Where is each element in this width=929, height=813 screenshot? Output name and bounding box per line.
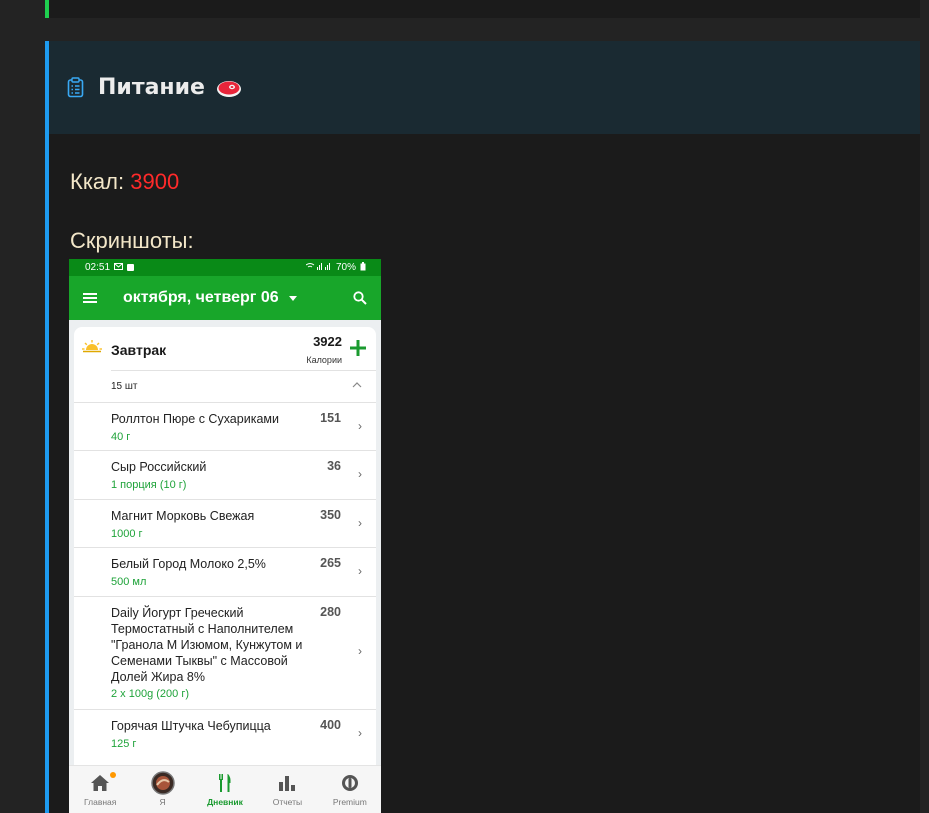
nav-premium[interactable]: Premium [319, 766, 381, 813]
food-item[interactable]: Роллтон Пюре с Сухариками 40 г 151 › [74, 402, 376, 450]
meal-card: Завтрак 3922 Калории 15 шт Роллтон Пюре … [74, 327, 376, 813]
app-bar: октября, четверг 06 [69, 276, 381, 320]
nav-reports[interactable]: Отчеты [256, 766, 318, 813]
chevron-right-icon: › [358, 467, 362, 481]
premium-icon [341, 772, 359, 794]
food-item[interactable]: Белый Город Молоко 2,5% 500 мл 265 › [74, 547, 376, 596]
nav-home[interactable]: Главная [69, 766, 131, 813]
chevron-right-icon: › [358, 564, 362, 578]
callout-title: Питание [98, 75, 243, 100]
chevron-right-icon: › [358, 516, 362, 530]
screenshots-label: Скриншоты: [70, 228, 194, 253]
food-name: Сыр Российский [111, 460, 207, 474]
bar-chart-icon [278, 772, 296, 794]
kcal-value: 3900 [130, 169, 180, 194]
food-name: Белый Город Молоко 2,5% [111, 557, 266, 571]
add-food-icon[interactable] [350, 340, 366, 361]
food-calories: 280 [320, 605, 341, 619]
battery-text: 70% [335, 262, 356, 273]
items-count: 15 шт [111, 381, 138, 392]
notification-icon [127, 264, 135, 271]
food-item[interactable]: Горячая Штучка Чебупицца 125 г 400 › [74, 709, 376, 758]
food-name: Магнит Морковь Свежая [111, 509, 255, 523]
date-selector[interactable]: октября, четверг 06 [123, 289, 297, 307]
food-amount: 1 порция (10 г) [111, 479, 187, 491]
menu-icon[interactable] [83, 293, 97, 303]
items-count-row[interactable]: 15 шт [111, 370, 376, 402]
avatar [150, 771, 175, 795]
food-calories: 36 [327, 459, 341, 473]
chevron-right-icon: › [358, 726, 362, 740]
food-amount: 1000 г [111, 528, 143, 540]
notification-dot [110, 772, 116, 778]
caret-down-icon [288, 295, 297, 301]
signal-icon [305, 262, 332, 273]
food-amount: 2 x 100g (200 г) [111, 688, 190, 700]
nav-profile[interactable]: Я [131, 766, 193, 813]
status-bar: 02:51 70% [69, 259, 381, 276]
previous-callout-block [45, 0, 920, 18]
food-name: Горячая Штучка Чебупицца [111, 719, 271, 733]
food-list: Роллтон Пюре с Сухариками 40 г 151 › Сыр… [74, 402, 376, 758]
food-name: Daily Йогурт Греческий Термостатный с На… [111, 606, 303, 684]
food-item[interactable]: Daily Йогурт Греческий Термостатный с На… [74, 596, 376, 709]
phone-screenshot: 02:51 70% октября, четверг 06 Завтрак 39… [69, 259, 381, 813]
food-item[interactable]: Сыр Российский 1 порция (10 г) 36 › [74, 450, 376, 499]
chevron-right-icon: › [358, 644, 362, 658]
kcal-line: Ккал: 3900 [70, 169, 180, 194]
food-name: Роллтон Пюре с Сухариками [111, 412, 279, 426]
battery-icon [360, 261, 366, 274]
search-icon[interactable] [353, 291, 367, 305]
home-icon [90, 772, 110, 794]
meat-icon [215, 77, 243, 99]
chevron-up-icon[interactable] [352, 380, 362, 391]
food-calories: 265 [320, 556, 341, 570]
food-item[interactable]: Магнит Морковь Свежая 1000 г 350 › [74, 499, 376, 547]
mail-icon [114, 262, 124, 273]
callout-header[interactable]: Питание [49, 41, 920, 134]
food-calories: 350 [320, 508, 341, 522]
meal-calories-label: Калории [306, 355, 342, 365]
food-amount: 125 г [111, 738, 137, 750]
food-amount: 500 мл [111, 576, 147, 588]
clipboard-icon [67, 77, 84, 98]
cutlery-icon [218, 772, 232, 794]
meal-calories: 3922 [313, 334, 342, 349]
bottom-nav: Главная Я Дневник Отчеты Premium [69, 765, 381, 813]
food-calories: 400 [320, 718, 341, 732]
meal-header[interactable]: Завтрак 3922 Калории [74, 327, 376, 370]
meal-title: Завтрак [111, 342, 167, 358]
status-time: 02:51 [85, 262, 111, 273]
food-amount: 40 г [111, 431, 131, 443]
chevron-right-icon: › [358, 419, 362, 433]
sun-icon [82, 339, 102, 360]
food-calories: 151 [320, 411, 341, 425]
nav-diary[interactable]: Дневник [194, 766, 256, 813]
